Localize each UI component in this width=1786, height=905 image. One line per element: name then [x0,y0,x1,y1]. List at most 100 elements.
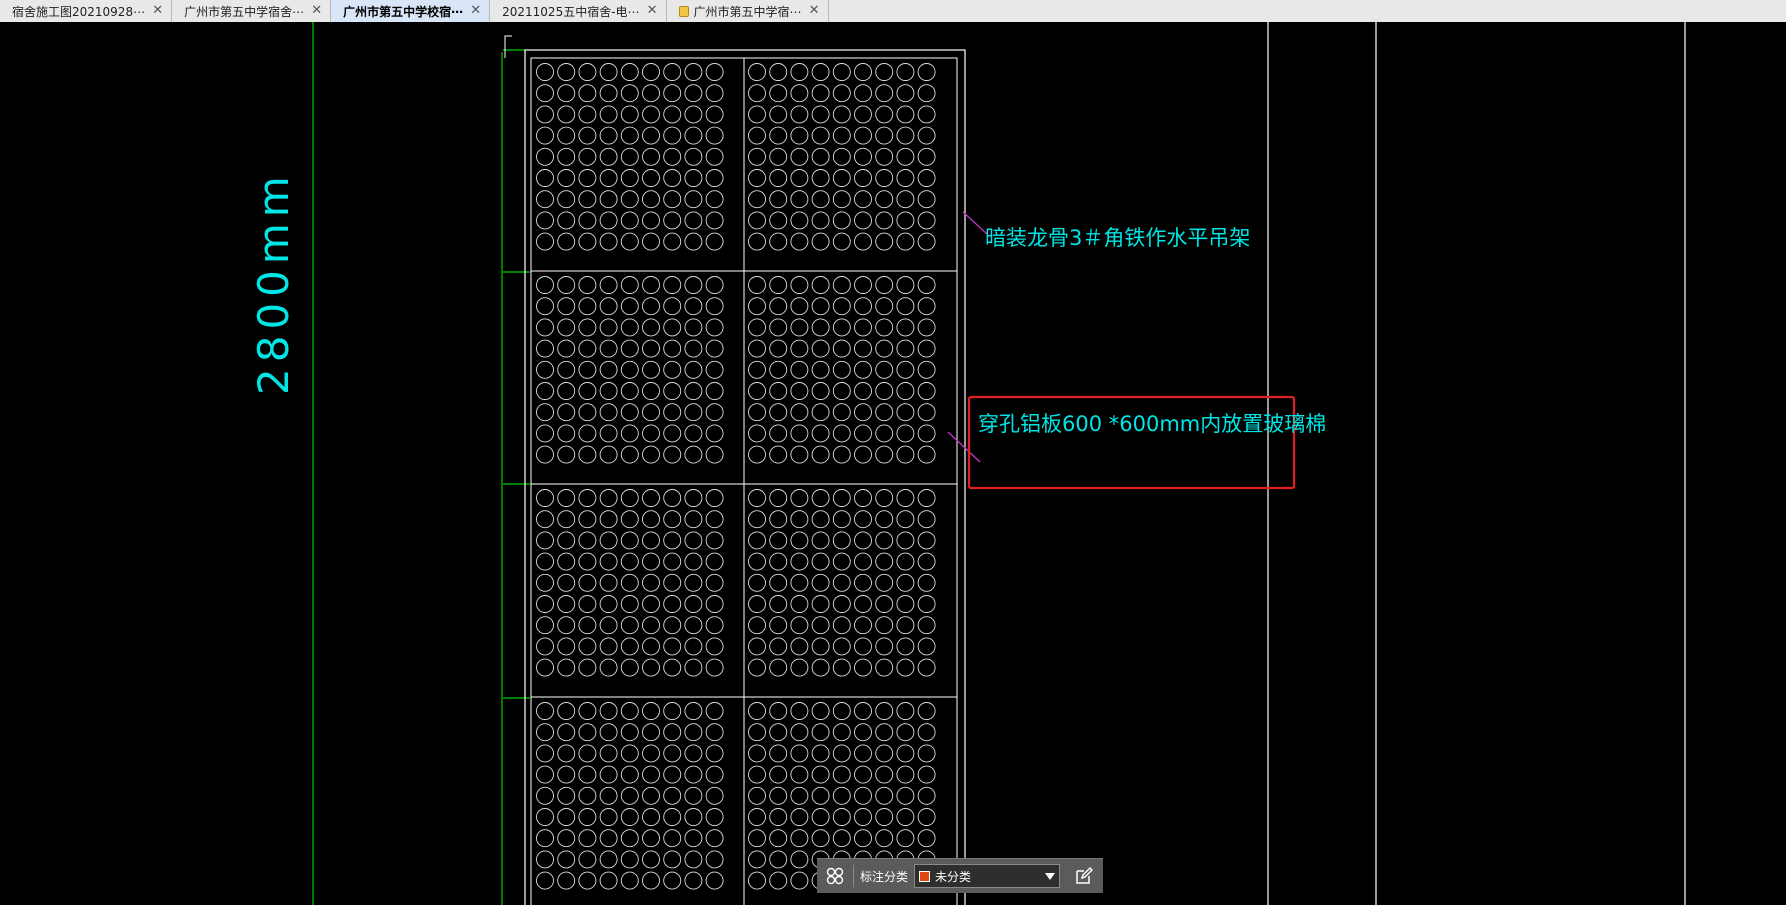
perforation-hole [769,211,788,230]
tab-drawing-1[interactable]: 宿舍施工图20210928⋯ ✕ [0,0,173,22]
perforation-hole [790,360,809,379]
tab-label: 广州市第五中学校宿⋯ [343,4,464,19]
tab-drawing-4[interactable]: 20211025五中宿舍-电⋯ ✕ [490,0,667,22]
perforation-hole [917,147,936,166]
perforation-hole [769,424,788,443]
close-icon[interactable]: ✕ [647,3,658,18]
perforation-hole [854,403,872,422]
perforation-hole [748,744,766,763]
perforation-hole [599,786,618,805]
perforation-hole [811,445,830,464]
perforation-hole [536,232,554,251]
perforation-hole [790,723,809,742]
perforation-hole [748,552,766,571]
perforation-hole [790,382,809,400]
perforation-hole [663,808,682,826]
perforation-hole [620,637,639,656]
perforation-hole [748,510,766,529]
perforation-hole [748,424,766,443]
perforation-hole [790,126,809,145]
tab-drawing-3-active[interactable]: 广州市第五中学校宿⋯ ✕ [331,0,491,22]
perforation-hole [875,786,894,805]
perforation-hole [705,786,724,805]
perforation-hole [557,552,576,571]
perforation-hole [642,573,660,592]
perforation-hole [642,765,660,784]
perforation-hole [663,871,682,890]
perforation-hole [599,744,618,763]
tab-drawing-5[interactable]: 广州市第五中学宿⋯ ✕ [667,0,829,22]
perforation-hole [663,531,682,550]
perforation-hole [663,765,682,784]
perforation-hole [854,489,872,507]
perforation-hole [917,169,936,187]
perforation-hole [875,510,894,529]
perforation-hole [917,531,936,550]
perforation-hole [536,445,554,464]
close-icon[interactable]: ✕ [152,3,163,18]
perforation-hole [599,339,618,358]
perforation-hole [854,573,872,592]
close-icon[interactable]: ✕ [809,3,820,18]
perforation-hole [578,595,597,613]
panel-outer-frame [524,49,966,905]
perforation-hole [790,573,809,592]
grid-icon[interactable] [823,864,847,888]
perforation-hole [769,382,788,400]
close-icon[interactable]: ✕ [470,3,481,18]
annotation-category-label: 标注分类 [860,869,909,884]
perforation-hole [811,702,830,720]
perforation-hole [875,616,894,635]
perforation-hole [811,552,830,571]
tab-drawing-2[interactable]: 广州市第五中学宿舍⋯ ✕ [172,0,332,22]
perforation-hole [790,510,809,529]
perforation-hole [663,510,682,529]
perforation-hole [557,403,576,422]
perforation-hole [769,829,788,848]
perforation-hole [875,489,894,507]
perforation-hole [599,84,618,103]
edit-icon[interactable] [1072,864,1096,888]
tab-label: 广州市第五中学宿⋯ [693,4,802,19]
perforation-hole [748,126,766,145]
perforation-hole [748,573,766,592]
perforation-hole [642,318,660,337]
perforation-hole [811,723,830,742]
perforation-hole [557,658,576,677]
perforation-hole [578,360,597,379]
category-select[interactable]: 未分类 [914,864,1061,888]
perforation-hole [557,105,576,124]
perforation-hole [663,169,682,187]
chevron-down-icon[interactable] [1045,872,1056,880]
perforation-hole [769,318,788,337]
perforation-hole [790,595,809,613]
drawing-canvas[interactable]: 2800mm 暗装龙骨3＃角铁作水平吊架 穿孔铝板600 *600mm内放置玻璃… [0,22,1786,905]
perforation-hole [896,765,915,784]
perforation-hole [875,297,894,316]
perforation-hole [917,445,936,464]
perforation-hole [536,723,554,742]
perforation-hole [917,510,936,529]
perforation-hole [875,808,894,826]
perforation-hole [557,190,576,209]
perforation-hole [536,424,554,443]
perforation-hole [896,382,915,400]
perforation-hole [578,765,597,784]
perforation-hole [536,850,554,869]
perforation-hole [705,552,724,571]
perforation-hole [642,169,660,187]
close-icon[interactable]: ✕ [311,3,322,18]
perforation-hole [536,616,554,635]
perforation-hole [705,808,724,826]
perforation-hole [705,276,724,294]
annotation-toolbar: 标注分类 未分类 [817,858,1103,893]
perforation-hole [705,573,724,592]
perforation-hole [748,531,766,550]
perforation-hole [832,637,851,656]
perforation-hole [536,84,554,103]
perforation-hole [705,339,724,358]
perforation-hole [917,616,936,635]
perforation-hole [578,702,597,720]
perforation-hole [854,829,872,848]
perforation-hole [917,786,936,805]
